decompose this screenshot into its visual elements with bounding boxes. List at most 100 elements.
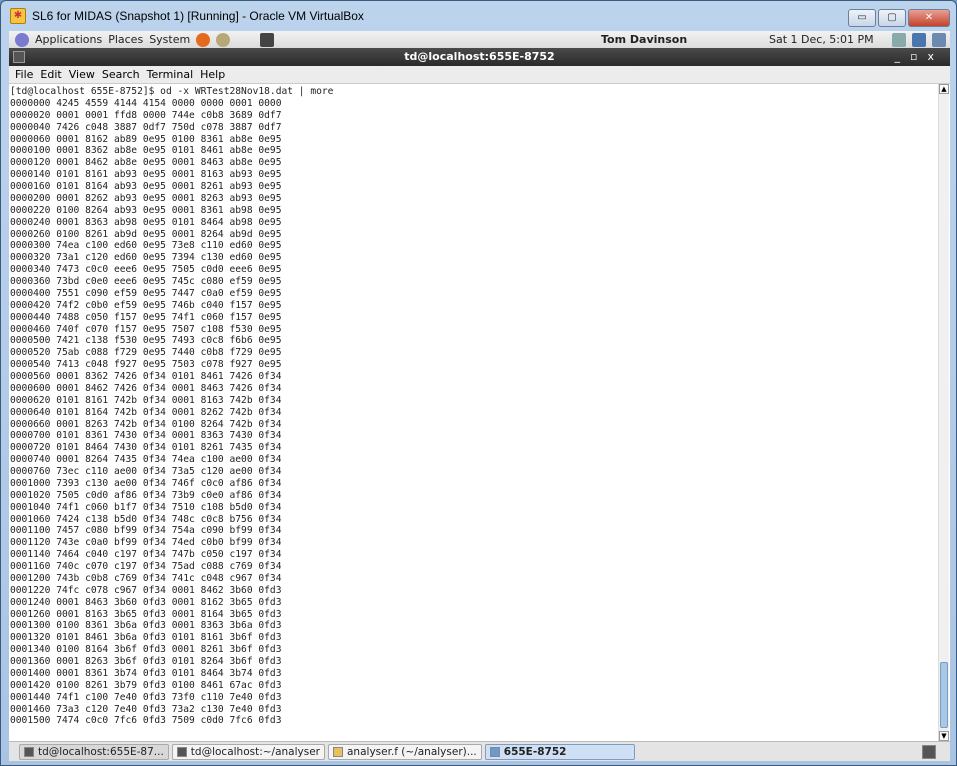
hex-dump-line: 0001040 74f1 c060 b1f7 0f34 7510 c108 b5… xyxy=(10,501,282,513)
hex-dump-line: 0000100 0001 8362 ab8e 0e95 0101 8461 ab… xyxy=(10,145,282,157)
hex-dump-line: 0001000 7393 c130 ae00 0f34 746f c0c0 af… xyxy=(10,477,282,489)
terminal-icon xyxy=(13,51,25,63)
task-label: 655E-8752 xyxy=(503,745,567,758)
gnome-foot-icon xyxy=(15,32,29,47)
window-titlebar[interactable]: ✱ SL6 for MIDAS (Snapshot 1) [Running] -… xyxy=(1,1,956,31)
menu-help[interactable]: Help xyxy=(200,68,225,81)
hex-dump-line: 0001240 0001 8463 3b60 0fd3 0001 8162 3b… xyxy=(10,596,282,608)
folder-icon xyxy=(489,746,500,757)
menu-view[interactable]: View xyxy=(69,68,95,81)
task-terminal-655e[interactable]: td@localhost:655E-87... xyxy=(19,743,169,760)
task-folder-655e[interactable]: 655E-8752 xyxy=(484,743,635,760)
hex-dump-line: 0000600 0001 8462 7426 0f34 0001 8463 74… xyxy=(10,382,282,394)
hex-dump-line: 0001420 0100 8261 3b79 0fd3 0100 8461 67… xyxy=(10,679,282,691)
text-editor-icon xyxy=(333,746,343,757)
user-name[interactable]: Tom Davinson xyxy=(601,33,687,46)
hex-dump-line: 0001260 0001 8163 3b65 0fd3 0001 8164 3b… xyxy=(10,608,282,620)
hex-dump-line: 0001300 0100 8361 3b6a 0fd3 0001 8363 3b… xyxy=(10,620,282,632)
hex-dump-line: 0001140 7464 c040 c197 0f34 747b c050 c1… xyxy=(10,549,282,561)
task-label: analyser.f (~/analyser)... xyxy=(347,745,477,758)
hex-dump-line: 0000120 0001 8462 ab8e 0e95 0001 8463 ab… xyxy=(10,157,282,169)
terminal-title: td@localhost:655E-8752 xyxy=(404,50,555,63)
hex-dump-line: 0000520 75ab c088 f729 0e95 7440 c0b8 f7… xyxy=(10,347,282,359)
hex-dump-line: 0000220 0100 8264 ab93 0e95 0001 8361 ab… xyxy=(10,204,282,216)
hex-dump-line: 0001200 743b c0b8 c769 0f34 741c c048 c9… xyxy=(10,572,282,584)
hex-dump-line: 0000660 0001 8263 742b 0f34 0100 8264 74… xyxy=(10,418,282,430)
virtualbox-window: ✱ SL6 for MIDAS (Snapshot 1) [Running] -… xyxy=(0,0,957,766)
hex-dump-line: 0001500 7474 c0c0 7fc6 0fd3 7509 c0d0 7f… xyxy=(10,715,282,727)
terminal-titlebar[interactable]: td@localhost:655E-8752 _▫x xyxy=(9,48,950,66)
network-icon[interactable] xyxy=(912,32,926,47)
minimize-button[interactable]: ▭ xyxy=(848,9,876,27)
terminal-menubar: File Edit View Search Terminal Help xyxy=(9,66,950,84)
hex-dump-line: 0000740 0001 8264 7435 0f34 74ea c100 ae… xyxy=(10,454,282,466)
hex-dump-line: 0001440 74f1 c100 7e40 0fd3 73f0 c110 7e… xyxy=(10,691,282,703)
hex-dump-line: 0001120 743e c0a0 bf99 0f34 74ed c0b0 bf… xyxy=(10,537,282,549)
restore-button[interactable]: ▢ xyxy=(878,9,906,27)
hex-dump-line: 0000360 73bd c0e0 eee6 0e95 745c c080 ef… xyxy=(10,276,282,287)
hex-dump-line: 0001020 7505 c0d0 af86 0f34 73b9 c0e0 af… xyxy=(10,489,282,501)
hex-dump-line: 0000040 7426 c048 3887 0df7 750d c078 38… xyxy=(10,121,282,133)
hex-dump-line: 0001460 73a3 c120 7e40 0fd3 73a2 c130 7e… xyxy=(10,703,282,715)
command-prompt-line: [td@localhost 655E-8752]$ od -x WRTest28… xyxy=(10,86,334,97)
task-label: td@localhost:655E-87... xyxy=(38,745,164,758)
hex-dump-line: 0000720 0101 8464 7430 0f34 0101 8261 74… xyxy=(10,442,282,454)
hex-dump-line: 0000460 740f c070 f157 0e95 7507 c108 f5… xyxy=(10,323,282,335)
show-desktop-icon[interactable] xyxy=(922,744,936,759)
guest-screen: Applications Places System Tom Davinson … xyxy=(9,31,950,761)
scrollbar-thumb[interactable] xyxy=(940,662,948,728)
hex-dump-line: 0000620 0101 8161 742b 0f34 0001 8163 74… xyxy=(10,394,282,406)
hex-dump-line: 0001400 0001 8361 3b74 0fd3 0101 8464 3b… xyxy=(10,667,282,679)
hex-dump-line: 0000420 74f2 c0b0 ef59 0e95 746b c040 f1… xyxy=(10,299,282,311)
menu-system[interactable]: System xyxy=(149,33,190,46)
virtualbox-icon: ✱ xyxy=(10,8,26,24)
menu-applications[interactable]: Applications xyxy=(35,33,102,46)
hex-dump-line: 0000440 7488 c050 f157 0e95 74f1 c060 f1… xyxy=(10,311,282,323)
terminal-icon xyxy=(176,746,187,757)
hex-dump-line: 0000320 73a1 c120 ed60 0e95 7394 c130 ed… xyxy=(10,252,282,264)
clock[interactable]: Sat 1 Dec, 5:01 PM xyxy=(769,33,874,46)
hex-dump-line: 0000140 0101 8161 ab93 0e95 0001 8163 ab… xyxy=(10,169,282,181)
update-icon[interactable] xyxy=(932,32,946,47)
firefox-icon[interactable] xyxy=(196,32,211,47)
window-title: SL6 for MIDAS (Snapshot 1) [Running] - O… xyxy=(32,9,364,23)
scroll-up-arrow-icon[interactable]: ▲ xyxy=(939,84,949,94)
menu-terminal[interactable]: Terminal xyxy=(147,68,194,81)
hex-dump-line: 0001060 7424 c138 b5d0 0f34 748c c0c8 b7… xyxy=(10,513,282,525)
hex-dump-line: 0000200 0001 8262 ab93 0e95 0001 8263 ab… xyxy=(10,192,282,204)
hex-dump-line: 0000540 7413 c048 f927 0e95 7503 c078 f9… xyxy=(10,359,282,371)
terminal-scrollbar[interactable]: ▲ ▼ xyxy=(938,84,949,741)
volume-icon[interactable] xyxy=(892,32,906,47)
terminal-window-controls[interactable]: _▫x xyxy=(895,48,944,66)
mail-icon[interactable] xyxy=(216,32,231,47)
hex-dump-line: 0001160 740c c070 c197 0f34 75ad c088 c7… xyxy=(10,561,282,572)
hex-dump-line: 0000400 7551 c090 ef59 0e95 7447 c0a0 ef… xyxy=(10,287,282,299)
hex-dump-line: 0001340 0100 8164 3b6f 0fd3 0001 8261 3b… xyxy=(10,644,282,656)
hex-dump-line: 0000160 0101 8164 ab93 0e95 0001 8261 ab… xyxy=(10,181,282,192)
terminal-launcher-icon[interactable] xyxy=(260,32,275,47)
terminal-output[interactable]: [td@localhost 655E-8752]$ od -x WRTest28… xyxy=(9,84,938,741)
menu-places[interactable]: Places xyxy=(108,33,143,46)
hex-dump-line: 0000760 73ec c110 ae00 0f34 73a5 c120 ae… xyxy=(10,466,282,477)
hex-dump-line: 0000000 4245 4559 4144 4154 0000 0000 00… xyxy=(10,97,282,109)
hex-dump-line: 0001220 74fc c078 c967 0f34 0001 8462 3b… xyxy=(10,584,282,596)
hex-dump-line: 0000500 7421 c138 f530 0e95 7493 c0c8 f6… xyxy=(10,335,282,347)
menu-edit[interactable]: Edit xyxy=(40,68,61,81)
terminal-icon xyxy=(24,746,34,757)
hex-dump-line: 0001320 0101 8461 3b6a 0fd3 0101 8161 3b… xyxy=(10,632,282,644)
close-button[interactable]: ✕ xyxy=(908,9,950,27)
hex-dump-line: 0001100 7457 c080 bf99 0f34 754a c090 bf… xyxy=(10,525,282,537)
hex-dump-line: 0000300 74ea c100 ed60 0e95 73e8 c110 ed… xyxy=(10,240,282,252)
taskbar: td@localhost:655E-87... td@localhost:~/a… xyxy=(9,741,950,761)
hex-dump-line: 0000260 0100 8261 ab9d 0e95 0001 8264 ab… xyxy=(10,228,282,240)
menu-file[interactable]: File xyxy=(15,68,33,81)
scroll-down-arrow-icon[interactable]: ▼ xyxy=(939,731,949,741)
menu-search[interactable]: Search xyxy=(102,68,140,81)
gnome-panel: Applications Places System Tom Davinson … xyxy=(9,31,950,48)
hex-dump-line: 0000020 0001 0001 ffd8 0000 744e c0b8 36… xyxy=(10,109,282,121)
hex-dump-line: 0000240 0001 8363 ab98 0e95 0101 8464 ab… xyxy=(10,216,282,228)
task-editor-analyser[interactable]: analyser.f (~/analyser)... xyxy=(328,743,482,760)
hex-dump-line: 0000560 0001 8362 7426 0f34 0101 8461 74… xyxy=(10,371,282,382)
hex-dump-line: 0000640 0101 8164 742b 0f34 0001 8262 74… xyxy=(10,406,282,418)
task-terminal-analyser[interactable]: td@localhost:~/analyser xyxy=(171,743,325,760)
